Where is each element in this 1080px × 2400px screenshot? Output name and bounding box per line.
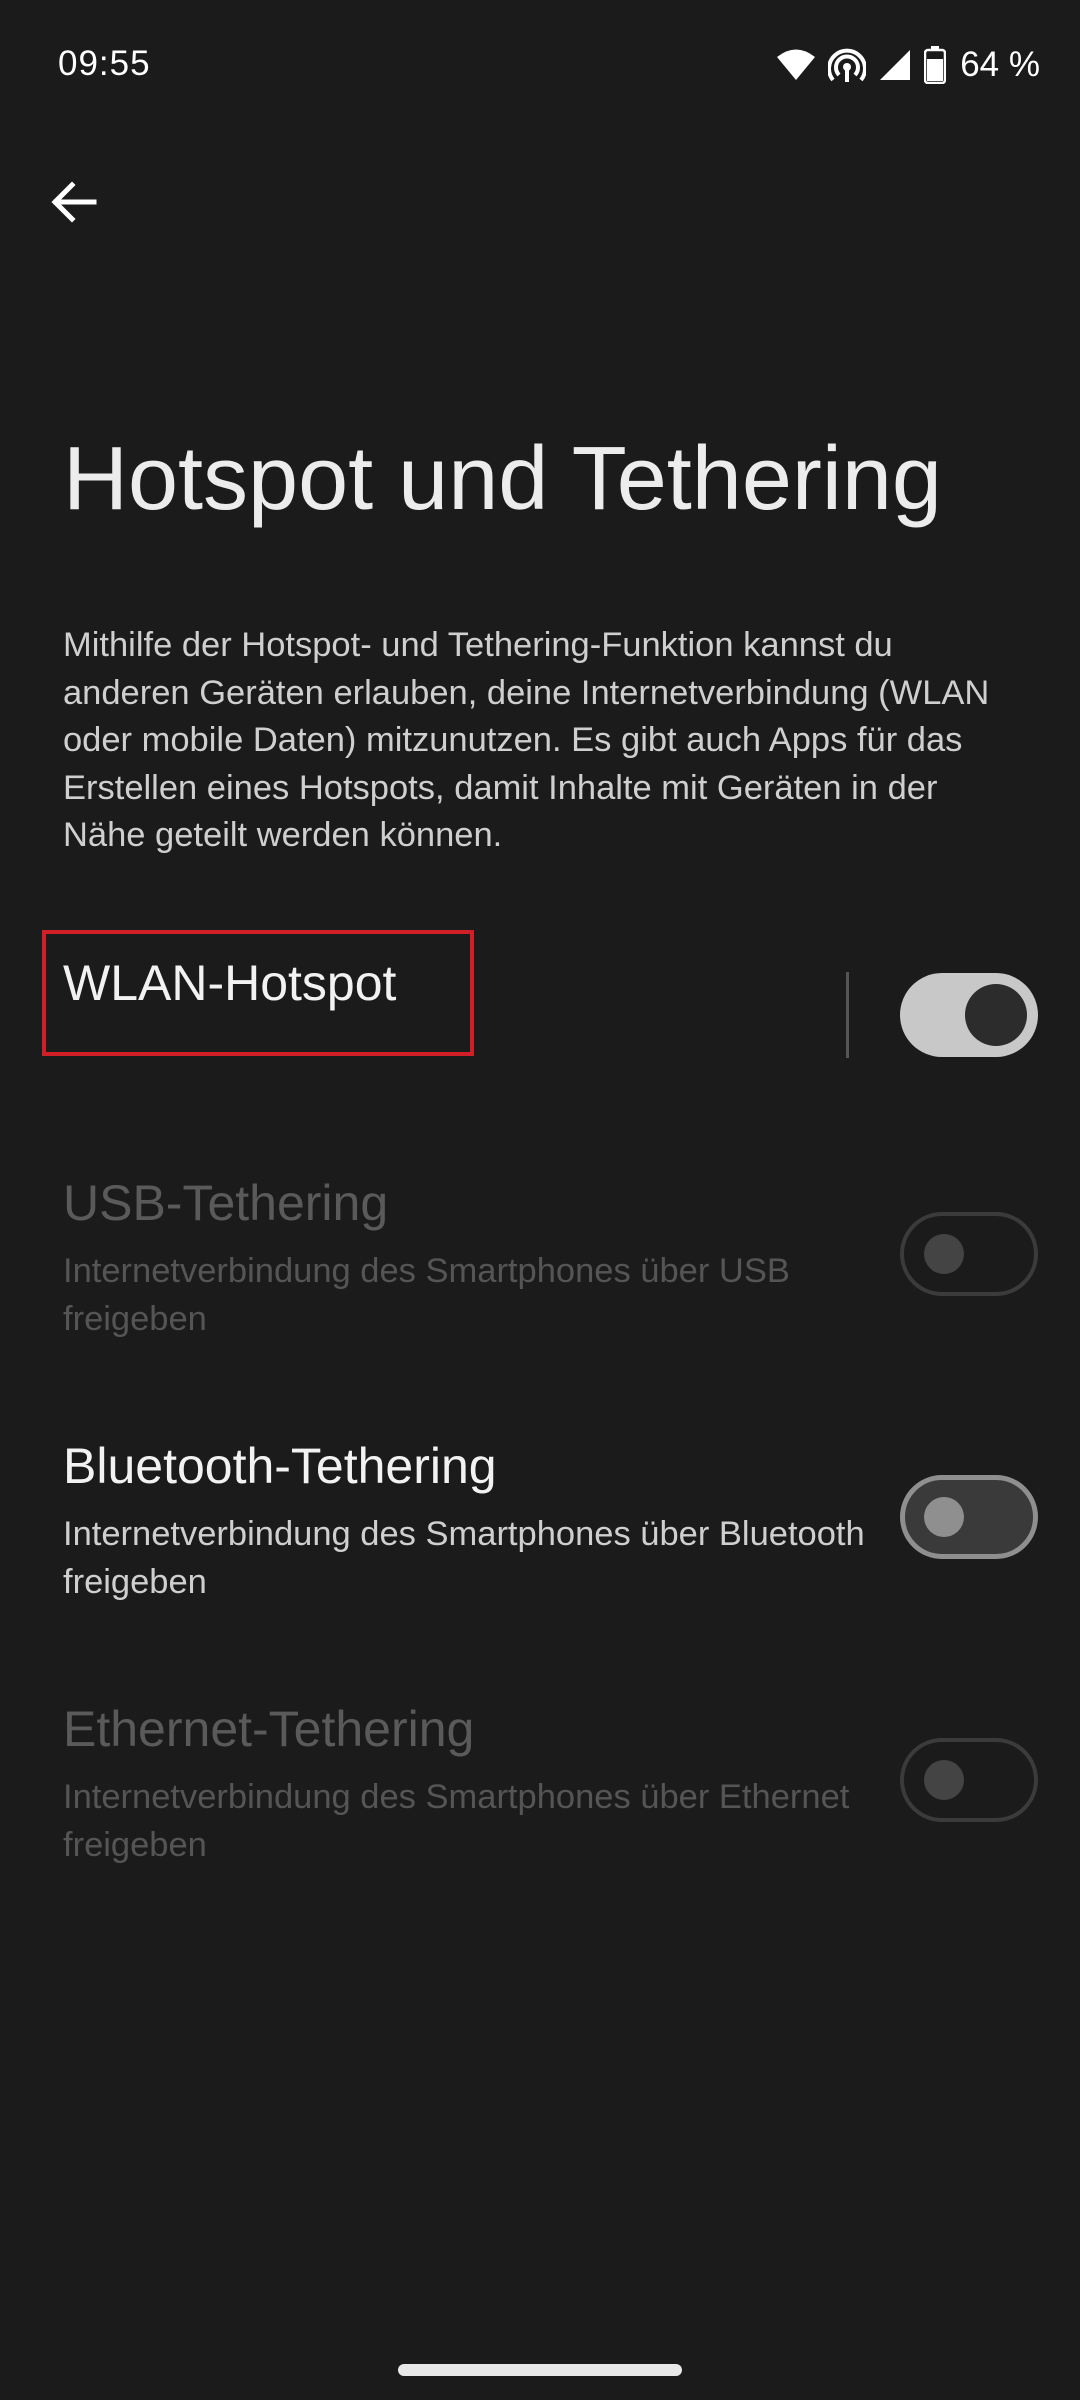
usb-tethering-toggle (900, 1212, 1038, 1296)
status-time: 09:55 (58, 44, 151, 83)
toggle-knob (924, 1760, 964, 1800)
bluetooth-tethering-toggle[interactable] (900, 1475, 1038, 1559)
wifi-icon (776, 48, 816, 82)
battery-icon (924, 46, 947, 84)
battery-percentage: 64 % (960, 45, 1040, 84)
toggle-knob (924, 1234, 964, 1274)
settings-row-title: Bluetooth-Tethering (63, 1438, 497, 1494)
highlight-box (42, 930, 474, 1056)
settings-row-title: Ethernet-Tethering (63, 1701, 475, 1757)
status-bar: 09:55 64 % (0, 0, 1080, 130)
settings-row-title: USB-Tethering (63, 1175, 389, 1231)
wlan-hotspot-toggle[interactable] (900, 973, 1038, 1057)
status-icons: 64 % (776, 40, 1040, 90)
hotspot-icon (828, 46, 867, 84)
back-button[interactable] (36, 166, 112, 242)
home-indicator[interactable] (398, 2364, 682, 2376)
page-title: Hotspot und Tethering (63, 429, 942, 529)
settings-row-subtitle: Internetverbindung des Smartphones über … (63, 1515, 865, 1601)
arrow-back-icon (50, 180, 98, 229)
page-description: Mithilfe der Hotspot- und Tethering-Funk… (63, 626, 990, 854)
toggle-knob (924, 1497, 964, 1537)
cell-signal-icon (878, 48, 912, 82)
toggle-knob (965, 984, 1027, 1046)
settings-row-subtitle: Internetverbindung des Smartphones über … (63, 1252, 790, 1338)
ethernet-tethering-toggle (900, 1738, 1038, 1822)
vertical-divider (846, 972, 849, 1058)
settings-row-subtitle: Internetverbindung des Smartphones über … (63, 1778, 850, 1864)
